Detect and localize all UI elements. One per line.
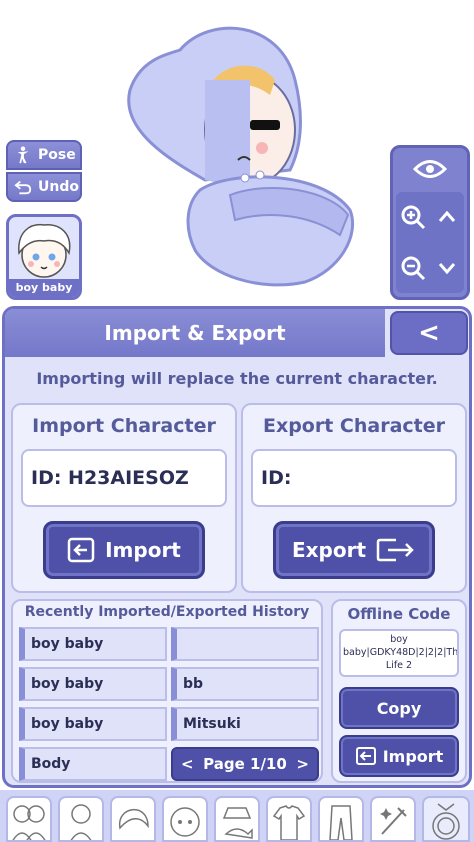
import-export-panel: Import & Export < Importing will replace… xyxy=(2,306,472,788)
history-item[interactable]: boy baby xyxy=(19,707,167,741)
tab-duo-characters[interactable] xyxy=(6,796,52,842)
tab-presets[interactable] xyxy=(422,796,470,842)
character-slot-name: boy baby xyxy=(9,279,79,297)
tab-hair[interactable] xyxy=(110,796,156,842)
duo-characters-icon xyxy=(12,805,46,840)
page-indicator: Page 1/10 xyxy=(203,755,287,773)
shirt-icon xyxy=(272,805,306,840)
zoom-grid xyxy=(396,192,464,293)
props-icon xyxy=(380,807,407,835)
pose-figure-icon xyxy=(17,146,29,164)
import-title: Import Character xyxy=(32,415,216,437)
export-button-label: Export xyxy=(291,538,367,562)
face-icon xyxy=(170,807,200,837)
prev-page-button[interactable]: < xyxy=(181,755,194,773)
camera-controls xyxy=(390,145,470,300)
tab-bottoms[interactable] xyxy=(318,796,364,842)
history-item[interactable]: bb xyxy=(171,667,319,701)
back-button[interactable]: < xyxy=(390,311,468,355)
export-character-box: Export Character ID: Export xyxy=(241,403,467,593)
tab-body[interactable] xyxy=(58,796,104,842)
visibility-toggle[interactable] xyxy=(393,148,467,190)
presets-icon xyxy=(432,803,460,840)
history-item[interactable]: boy baby xyxy=(19,627,167,661)
panel-title: Import & Export xyxy=(5,309,385,357)
offline-title: Offline Code xyxy=(347,605,451,623)
import-arrow-icon xyxy=(67,537,95,563)
undo-label: Undo xyxy=(38,179,79,195)
offline-code-field[interactable]: boy baby|GDKY48D|2|2|2|They/Them|Gacha L… xyxy=(339,629,459,677)
import-button-label: Import xyxy=(105,538,181,562)
history-item[interactable]: boy baby xyxy=(19,667,167,701)
category-tab-bar xyxy=(0,790,474,842)
eye-icon xyxy=(413,160,447,178)
pants-icon xyxy=(329,805,353,840)
tab-accessories[interactable] xyxy=(214,796,260,842)
copy-button[interactable]: Copy xyxy=(339,687,459,729)
import-character-box: Import Character ID: H23AIESOZ Import xyxy=(11,403,237,593)
offline-import-button[interactable]: Import xyxy=(339,735,459,777)
export-button[interactable]: Export xyxy=(273,521,435,579)
copy-button-label: Copy xyxy=(376,698,422,718)
move-up-button[interactable] xyxy=(430,192,464,243)
export-id-field[interactable]: ID: xyxy=(251,449,457,507)
character-avatar xyxy=(18,223,71,278)
character-stage: Pose Undo boy baby xyxy=(0,0,474,305)
history-item[interactable] xyxy=(171,627,319,661)
tab-face[interactable] xyxy=(162,796,208,842)
body-icon xyxy=(70,804,92,840)
zoom-in-icon xyxy=(401,205,426,230)
undo-button[interactable]: Undo xyxy=(6,172,82,202)
history-pager: < Page 1/10 > xyxy=(171,747,319,781)
zoom-out-button[interactable] xyxy=(396,243,430,294)
import-id-field[interactable]: ID: H23AIESOZ xyxy=(21,449,227,507)
chevron-down-icon xyxy=(438,262,456,275)
character-slot-card[interactable]: boy baby xyxy=(6,214,82,300)
offline-import-label: Import xyxy=(382,746,444,766)
import-button[interactable]: Import xyxy=(43,521,205,579)
hair-icon xyxy=(119,808,149,830)
history-box: Recently Imported/Exported History boy b… xyxy=(11,599,323,783)
zoom-in-button[interactable] xyxy=(396,192,430,243)
move-down-button[interactable] xyxy=(430,243,464,294)
pose-button[interactable]: Pose xyxy=(6,140,82,170)
next-page-button[interactable]: > xyxy=(296,755,309,773)
history-title: Recently Imported/Exported History xyxy=(24,604,310,620)
hat-fish-icon xyxy=(222,807,253,839)
export-title: Export Character xyxy=(262,415,446,437)
zoom-out-icon xyxy=(401,256,426,280)
undo-arrow-icon xyxy=(14,180,32,195)
character-preview[interactable] xyxy=(110,20,370,290)
export-arrow-icon xyxy=(376,538,414,562)
history-item[interactable]: Mitsuki xyxy=(171,707,319,741)
tab-tops[interactable] xyxy=(266,796,312,842)
import-arrow-icon xyxy=(355,747,376,765)
history-item[interactable]: Body xyxy=(19,747,167,781)
replace-warning: Importing will replace the current chara… xyxy=(36,369,438,388)
pose-label: Pose xyxy=(38,147,76,163)
tab-props[interactable] xyxy=(370,796,416,842)
offline-code-box: Offline Code boy baby|GDKY48D|2|2|2|They… xyxy=(331,599,467,783)
chevron-up-icon xyxy=(438,210,456,223)
